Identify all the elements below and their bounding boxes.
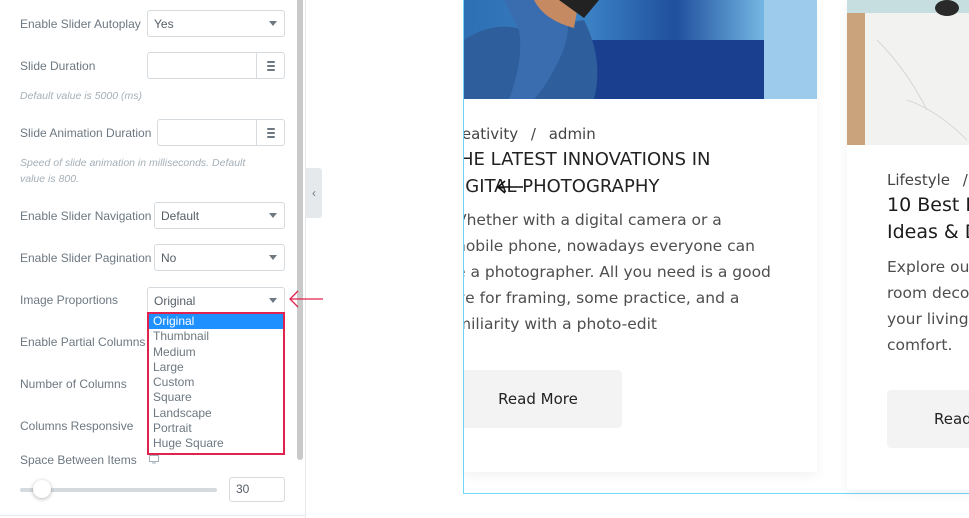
- monitor-icon[interactable]: [149, 455, 159, 464]
- animation-duration-hint: Speed of slide animation in milliseconds…: [20, 157, 246, 185]
- dropdown-option[interactable]: Original: [149, 314, 283, 330]
- slide-duration-label: Slide Duration: [20, 59, 96, 73]
- autoplay-label: Enable Slider Autoplay: [20, 17, 141, 31]
- database-icon: [266, 60, 275, 71]
- chevron-down-icon: [269, 255, 277, 260]
- pagination-row: Enable Slider Pagination: [20, 251, 151, 265]
- excerpt-line: miliarity with a photo-edit: [464, 315, 657, 333]
- panel-divider: [0, 515, 306, 516]
- post-title-line: Ideas & D: [887, 221, 969, 243]
- excerpt-line: ye for framing, some practice, and a: [464, 289, 740, 307]
- read-more-button[interactable]: Read More: [464, 370, 622, 428]
- pagination-select[interactable]: No: [154, 244, 285, 271]
- pagination-label: Enable Slider Pagination: [20, 251, 152, 265]
- mouse-cursor-icon: [496, 180, 523, 194]
- post-excerpt: Vhether with a digital camera or a nobil…: [464, 207, 771, 337]
- columns-responsive-row: Columns Responsive: [20, 419, 133, 433]
- image-proportions-dropdown: Original Thumbnail Medium Large Custom Square…: [147, 312, 285, 455]
- num-columns-row: Number of Columns: [20, 377, 127, 391]
- image-proportions-select[interactable]: Original: [147, 287, 285, 314]
- read-more-button[interactable]: Read: [887, 390, 969, 448]
- post-image-photo: [847, 0, 969, 141]
- post-title-line: HE LATEST INNOVATIONS IN: [464, 149, 711, 170]
- annotation-arrow-icon: [289, 290, 323, 308]
- dropdown-option[interactable]: Landscape: [149, 406, 283, 421]
- post-image[interactable]: [847, 0, 969, 145]
- dynamic-tags-button[interactable]: [256, 53, 284, 78]
- post-image-photo: [464, 0, 817, 99]
- navigation-label: Enable Slider Navigation: [20, 209, 152, 223]
- slide-duration-row: Slide Duration: [20, 59, 95, 73]
- dropdown-option[interactable]: Square: [149, 390, 283, 405]
- autoplay-value: Yes: [154, 16, 174, 31]
- excerpt-line: Explore ou: [887, 258, 969, 276]
- post-meta: Lifestyle /: [887, 171, 969, 189]
- excerpt-line: e a photographer. All you need is a good: [464, 263, 771, 281]
- excerpt-line: Vhether with a digital camera or a: [464, 211, 722, 229]
- post-author-link[interactable]: admin: [549, 125, 596, 143]
- chevron-down-icon: [269, 298, 277, 303]
- dropdown-option[interactable]: Large: [149, 360, 283, 375]
- dropdown-option[interactable]: Custom: [149, 375, 283, 390]
- database-icon: [266, 127, 275, 138]
- space-between-row: Space Between Items: [20, 453, 137, 467]
- chevron-left-icon: ‹: [312, 186, 316, 200]
- partial-columns-label: Enable Partial Columns: [20, 335, 146, 349]
- slide-duration-field[interactable]: [148, 53, 256, 78]
- dynamic-tags-button[interactable]: [256, 120, 284, 145]
- meta-separator: /: [530, 125, 536, 143]
- excerpt-line: room deco: [887, 284, 969, 302]
- image-proportions-label: Image Proportions: [20, 293, 119, 307]
- space-between-input[interactable]: 30: [229, 477, 285, 502]
- animation-duration-field[interactable]: [158, 120, 256, 145]
- image-proportions-value: Original: [154, 293, 196, 308]
- space-between-slider-thumb[interactable]: [32, 480, 51, 498]
- excerpt-line: nobile phone, nowadays everyone can: [464, 237, 755, 255]
- chevron-down-icon: [269, 213, 277, 218]
- slide-duration-input[interactable]: [147, 52, 285, 79]
- post-excerpt: Explore ou room deco your living comfort…: [887, 254, 969, 358]
- post-card: Lifestyle / 10 Best L Ideas & D Explore …: [847, 0, 969, 490]
- slide-duration-hint: Default value is 5000 (ms): [20, 90, 142, 102]
- meta-separator: /: [962, 171, 968, 189]
- panel-scrollbar[interactable]: [297, 0, 303, 460]
- animation-duration-label: Slide Animation Duration: [20, 126, 152, 140]
- space-between-label: Space Between Items: [20, 453, 137, 467]
- collapse-panel-button[interactable]: ‹: [306, 168, 322, 218]
- chevron-down-icon: [269, 21, 277, 26]
- columns-responsive-label: Columns Responsive: [20, 419, 134, 433]
- dropdown-option[interactable]: Medium: [149, 345, 283, 360]
- dropdown-option[interactable]: Portrait: [149, 421, 283, 436]
- excerpt-line: comfort.: [887, 336, 953, 354]
- navigation-row: Enable Slider Navigation: [20, 209, 151, 223]
- num-columns-label: Number of Columns: [20, 377, 127, 391]
- animation-duration-input[interactable]: [157, 119, 285, 146]
- partial-columns-row: Enable Partial Columns: [20, 335, 145, 349]
- settings-panel: Enable Slider Autoplay Yes Slide Duratio…: [0, 0, 306, 518]
- dropdown-option[interactable]: Huge Square: [149, 436, 283, 451]
- post-image[interactable]: [464, 0, 817, 99]
- navigation-value: Default: [161, 208, 200, 223]
- autoplay-select[interactable]: Yes: [147, 10, 285, 37]
- post-category-link[interactable]: reativity: [464, 125, 518, 143]
- animation-duration-row: Slide Animation Duration: [20, 126, 151, 140]
- excerpt-line: your living: [887, 310, 969, 328]
- image-proportions-row: Image Proportions: [20, 293, 118, 307]
- post-category-link[interactable]: Lifestyle: [887, 171, 950, 189]
- navigation-select[interactable]: Default: [154, 202, 285, 229]
- autoplay-row: Enable Slider Autoplay: [20, 17, 141, 31]
- post-title-line: 10 Best L: [887, 194, 969, 216]
- pagination-value: No: [161, 250, 177, 265]
- post-card: reativity / admin HE LATEST INNOVATIONS …: [464, 0, 817, 472]
- post-meta: reativity / admin: [464, 125, 596, 143]
- post-title[interactable]: 10 Best L Ideas & D: [887, 192, 969, 246]
- dropdown-option[interactable]: Thumbnail: [149, 329, 283, 344]
